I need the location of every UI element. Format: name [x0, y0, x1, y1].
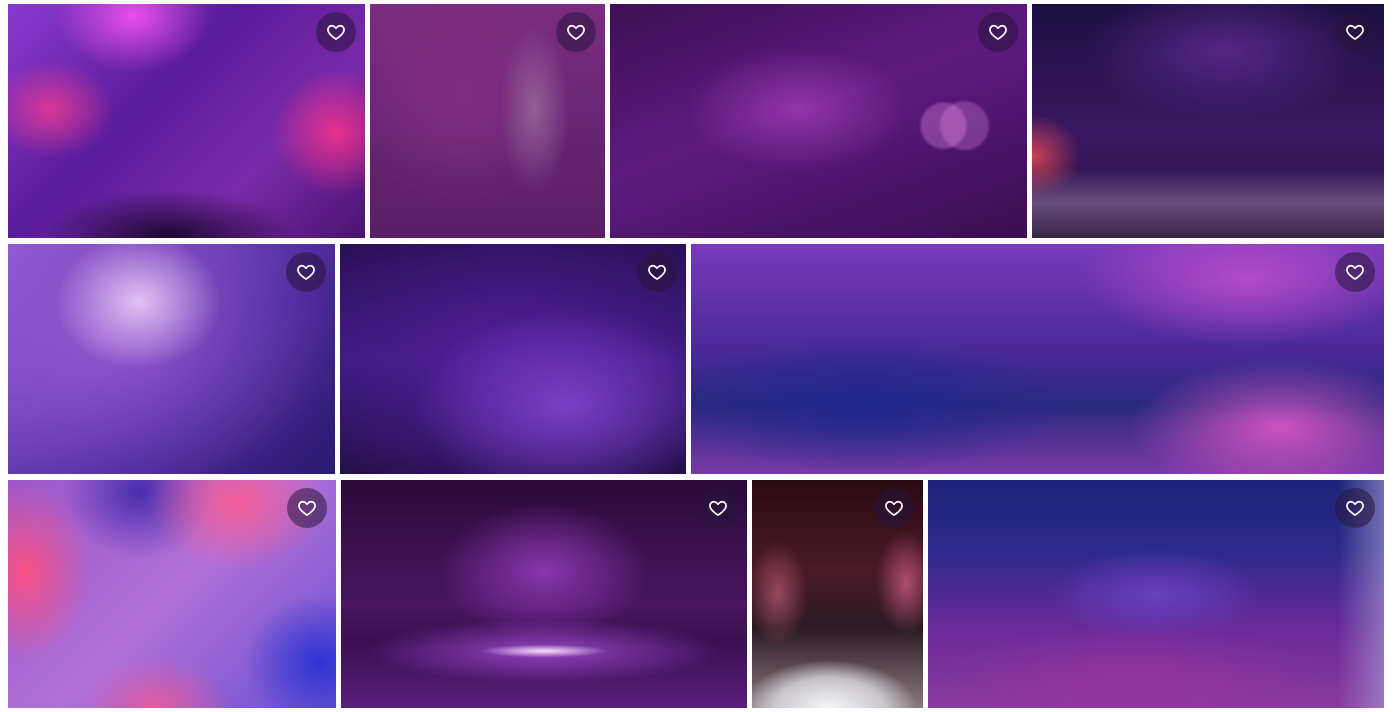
heart-outline-icon — [298, 500, 316, 516]
gallery-image-tile[interactable] — [8, 4, 365, 238]
favorite-button[interactable] — [978, 12, 1018, 52]
heart-outline-icon — [885, 500, 903, 516]
gallery-image-tile[interactable] — [752, 480, 923, 708]
heart-outline-icon — [1346, 24, 1364, 40]
favorite-button[interactable] — [874, 488, 914, 528]
gallery-image-tile[interactable] — [8, 244, 335, 474]
favorite-button[interactable] — [1335, 12, 1375, 52]
gallery-image-tile[interactable] — [1032, 4, 1384, 238]
favorite-button[interactable] — [316, 12, 356, 52]
heart-outline-icon — [648, 264, 666, 280]
heart-outline-icon — [327, 24, 345, 40]
favorite-button[interactable] — [698, 488, 738, 528]
heart-outline-icon — [1346, 264, 1364, 280]
image-gallery — [0, 0, 1394, 712]
favorite-button[interactable] — [556, 12, 596, 52]
favorite-button[interactable] — [1335, 252, 1375, 292]
heart-outline-icon — [1346, 500, 1364, 516]
gallery-image-tile[interactable] — [340, 244, 686, 474]
gallery-image-tile[interactable] — [928, 480, 1384, 708]
gallery-image-tile[interactable] — [341, 480, 747, 708]
heart-outline-icon — [989, 24, 1007, 40]
favorite-button[interactable] — [637, 252, 677, 292]
gallery-image-tile[interactable] — [8, 480, 336, 708]
gallery-image-tile[interactable] — [370, 4, 605, 238]
favorite-button[interactable] — [1335, 488, 1375, 528]
favorite-button[interactable] — [287, 488, 327, 528]
gallery-image-tile[interactable] — [610, 4, 1027, 238]
favorite-button[interactable] — [286, 252, 326, 292]
heart-outline-icon — [567, 24, 585, 40]
gallery-image-tile[interactable] — [691, 244, 1384, 474]
heart-outline-icon — [297, 264, 315, 280]
heart-outline-icon — [709, 500, 727, 516]
